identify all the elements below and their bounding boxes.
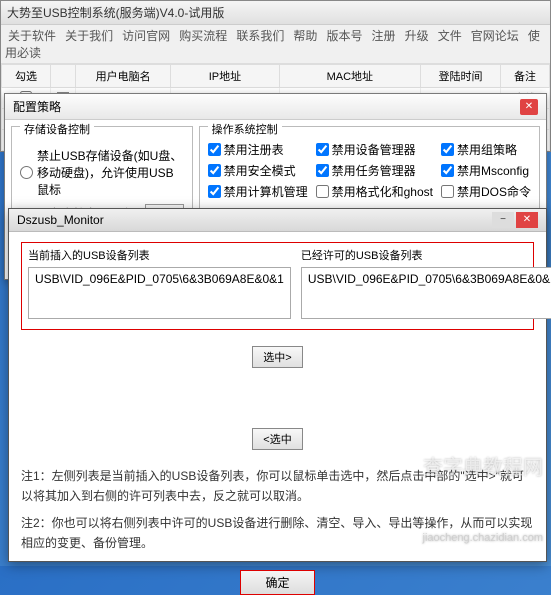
table-header-row: 勾选 用户电脑名 IP地址 MAC地址 登陆时间 备注 bbox=[2, 65, 550, 88]
os-checkbox[interactable] bbox=[441, 185, 454, 198]
close-icon[interactable]: ✕ bbox=[516, 212, 538, 228]
os-check-item[interactable]: 禁用组策略 bbox=[441, 141, 531, 158]
allowed-usb-list[interactable]: USB\VID_096E&PID_0705\6&3B069A8E&0&1 bbox=[301, 267, 551, 319]
list-item[interactable]: USB\VID_096E&PID_0705\6&3B069A8E&0&1 bbox=[35, 272, 284, 286]
current-usb-list-title: 当前插入的USB设备列表 bbox=[28, 247, 291, 263]
monitor-dialog: Dszusb_Monitor − ✕ 当前插入的USB设备列表 USB\VID_… bbox=[8, 208, 547, 562]
ok-button[interactable]: 确定 bbox=[240, 570, 314, 595]
notes-section: 注1：左侧列表是当前插入的USB设备列表，你可以鼠标单击选中，然后点击中部的"选… bbox=[21, 466, 534, 560]
col-check: 勾选 bbox=[2, 65, 51, 88]
main-title: 大势至USB控制系统(服务端)V4.0-试用版 bbox=[7, 4, 224, 21]
os-check-item[interactable]: 禁用计算机管理 bbox=[208, 183, 308, 200]
os-check-label: 禁用Msconfig bbox=[457, 162, 529, 179]
minimize-icon[interactable]: − bbox=[492, 212, 514, 228]
radio-label: 禁止USB存储设备(如U盘、移动硬盘)，允许使用USB鼠标 bbox=[37, 147, 184, 198]
monitor-title: Dszusb_Monitor bbox=[17, 213, 104, 227]
os-check-label: 禁用格式化和ghost bbox=[332, 183, 433, 200]
os-check-label: 禁用安全模式 bbox=[224, 162, 296, 179]
menu-item[interactable]: 官网论坛 bbox=[471, 29, 519, 43]
menu-item[interactable]: 版本号 bbox=[326, 29, 362, 43]
os-check-item[interactable]: 禁用DOS命令 bbox=[441, 183, 531, 200]
os-checkbox[interactable] bbox=[316, 185, 329, 198]
os-check-label: 禁用计算机管理 bbox=[224, 183, 308, 200]
monitor-titlebar: Dszusb_Monitor − ✕ bbox=[9, 209, 546, 232]
os-check-item[interactable]: 禁用注册表 bbox=[208, 141, 308, 158]
col-ip: IP地址 bbox=[171, 65, 279, 88]
usb-lists-container: 当前插入的USB设备列表 USB\VID_096E&PID_0705\6&3B0… bbox=[21, 242, 534, 330]
menu-item[interactable]: 文件 bbox=[438, 29, 462, 43]
os-check-item[interactable]: 禁用安全模式 bbox=[208, 162, 308, 179]
allowed-usb-list-title: 已经许可的USB设备列表 bbox=[301, 247, 551, 263]
os-check-item[interactable]: 禁用Msconfig bbox=[441, 162, 531, 179]
os-checkbox[interactable] bbox=[208, 164, 221, 177]
os-check-label: 禁用组策略 bbox=[457, 141, 517, 158]
close-icon[interactable]: ✕ bbox=[520, 99, 538, 115]
os-checkbox[interactable] bbox=[441, 164, 454, 177]
menubar: 关于软件 关于我们 访问官网 购买流程 联系我们 帮助 版本号 注册 升级 文件… bbox=[1, 25, 550, 64]
os-checkbox[interactable] bbox=[316, 143, 329, 156]
main-titlebar: 大势至USB控制系统(服务端)V4.0-试用版 bbox=[1, 1, 550, 25]
os-check-label: 禁用注册表 bbox=[224, 141, 284, 158]
col-name: 用户电脑名 bbox=[76, 65, 171, 88]
menu-item[interactable]: 购买流程 bbox=[179, 29, 227, 43]
os-check-item[interactable]: 禁用任务管理器 bbox=[316, 162, 433, 179]
menu-item[interactable]: 访问官网 bbox=[122, 29, 170, 43]
col-color bbox=[51, 65, 76, 88]
col-time: 登陆时间 bbox=[421, 65, 501, 88]
os-check-label: 禁用设备管理器 bbox=[332, 141, 416, 158]
radio-disable-usb[interactable] bbox=[20, 166, 33, 179]
os-checkbox[interactable] bbox=[441, 143, 454, 156]
unselect-button[interactable]: <选中 bbox=[252, 428, 302, 450]
os-check-label: 禁用任务管理器 bbox=[332, 162, 416, 179]
note-1: 注1：左侧列表是当前插入的USB设备列表，你可以鼠标单击选中，然后点击中部的"选… bbox=[21, 466, 534, 507]
menu-item[interactable]: 关于我们 bbox=[65, 29, 113, 43]
menu-item[interactable]: 联系我们 bbox=[236, 29, 284, 43]
menu-item[interactable]: 注册 bbox=[372, 29, 396, 43]
menu-item[interactable]: 关于软件 bbox=[8, 29, 56, 43]
col-mac: MAC地址 bbox=[279, 65, 421, 88]
note-2: 注2：你也可以将右侧列表中许可的USB设备进行删除、清空、导入、导出等操作，从而… bbox=[21, 513, 534, 554]
os-check-item[interactable]: 禁用设备管理器 bbox=[316, 141, 433, 158]
col-note: 备注 bbox=[500, 65, 549, 88]
current-usb-list[interactable]: USB\VID_096E&PID_0705\6&3B069A8E&0&1 bbox=[28, 267, 291, 319]
menu-item[interactable]: 帮助 bbox=[293, 29, 317, 43]
os-check-label: 禁用DOS命令 bbox=[457, 183, 531, 200]
config-titlebar: 配置策略 ✕ bbox=[5, 94, 546, 120]
storage-fieldset-title: 存储设备控制 bbox=[20, 121, 94, 137]
os-fieldset-title: 操作系统控制 bbox=[208, 121, 282, 137]
menu-item[interactable]: 升级 bbox=[405, 29, 429, 43]
os-checkbox[interactable] bbox=[316, 164, 329, 177]
os-checkbox[interactable] bbox=[208, 185, 221, 198]
select-button[interactable]: 选中> bbox=[252, 346, 302, 368]
config-title: 配置策略 bbox=[13, 98, 61, 115]
list-item[interactable]: USB\VID_096E&PID_0705\6&3B069A8E&0&1 bbox=[308, 272, 551, 286]
os-checkbox[interactable] bbox=[208, 143, 221, 156]
os-check-item[interactable]: 禁用格式化和ghost bbox=[316, 183, 433, 200]
